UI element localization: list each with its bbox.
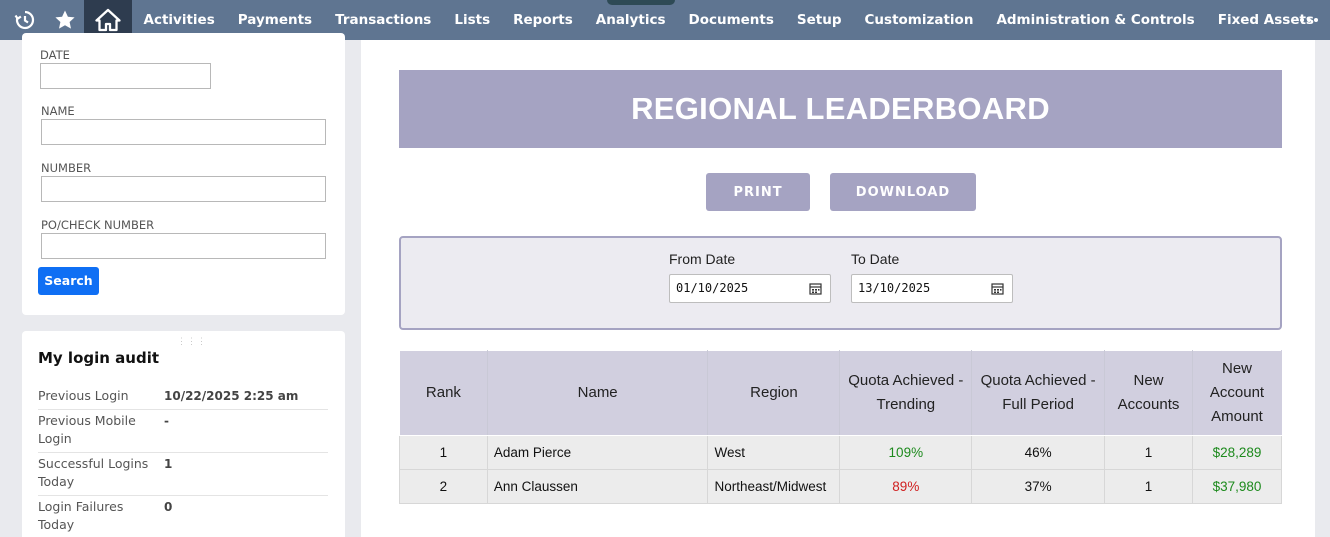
cell-new-account-amount: $37,980 [1191,469,1283,504]
nav-analytics[interactable]: Analytics [584,0,677,40]
cell-quota-trending: 89% [839,469,973,504]
audit-value: 0 [164,500,173,514]
from-date-label: From Date [669,251,736,267]
column-header-quota-trending[interactable]: Quota Achieved - Trending [839,350,973,436]
cell-region: West [707,435,841,470]
leaderboard-table: Rank Name Region Quota Achieved - Trendi… [399,350,1283,504]
table-row: 2 Ann Claussen Northeast/Midwest 89% 37%… [399,469,1283,504]
nav-setup[interactable]: Setup [785,0,853,40]
print-button[interactable]: PRINT [706,173,810,211]
login-audit-title: My login audit [38,349,160,367]
nav-administration-controls[interactable]: Administration & Controls [985,0,1206,40]
cell-new-accounts: 1 [1104,469,1193,504]
cell-new-account-amount: $28,289 [1191,435,1283,470]
number-field[interactable] [41,176,326,202]
date-filter-box: From Date 01/10/2025 To Date 13/10/2025 [399,236,1282,330]
login-audit-portlet: ⋮⋮⋮ My login audit Previous Login 10/22/… [22,331,345,537]
calendar-icon[interactable] [991,282,1004,295]
search-button[interactable]: Search [38,267,99,295]
cell-name: Ann Claussen [486,469,709,504]
audit-label: Successful Logins Today [38,456,149,489]
nav-reports[interactable]: Reports [502,0,585,40]
to-date-value: 13/10/2025 [858,281,931,295]
nav-lists[interactable]: Lists [443,0,502,40]
column-header-quota-full-period[interactable]: Quota Achieved - Full Period [971,350,1106,436]
column-header-region[interactable]: Region [707,350,841,436]
cell-quota-trending: 109% [839,435,973,470]
leaderboard-title: REGIONAL LEADERBOARD [399,70,1282,148]
calendar-icon[interactable] [809,282,822,295]
audit-value: 10/22/2025 2:25 am [164,389,299,403]
nav-active-tab-indicator [607,0,675,5]
table-header-row: Rank Name Region Quota Achieved - Trendi… [399,350,1283,436]
from-date-value: 01/10/2025 [676,281,749,295]
audit-value: - [164,414,169,428]
search-portlet: DATE NAME NUMBER PO/CHECK NUMBER Search [22,33,345,315]
leaderboard-panel: REGIONAL LEADERBOARD PRINT DOWNLOAD From… [361,40,1315,537]
download-button[interactable]: DOWNLOAD [830,173,976,211]
drag-handle-icon[interactable]: ⋮⋮⋮ [177,336,207,347]
table-row: 1 Adam Pierce West 109% 46% 1 $28,289 [399,435,1283,470]
audit-row-previous-mobile-login: Previous Mobile Login - [38,412,328,453]
audit-row-login-failures: Login Failures Today 0 [38,498,328,537]
more-menu-icon[interactable] [1300,0,1318,40]
cell-new-accounts: 1 [1104,435,1193,470]
name-label: NAME [41,104,75,118]
audit-row-successful-logins: Successful Logins Today 1 [38,455,328,496]
audit-value: 1 [164,457,173,471]
audit-row-previous-login: Previous Login 10/22/2025 2:25 am [38,387,328,410]
po-check-number-label: PO/CHECK NUMBER [41,218,155,232]
date-field[interactable] [40,63,211,89]
nav-documents[interactable]: Documents [677,0,785,40]
from-date-input[interactable]: 01/10/2025 [669,274,831,303]
po-check-number-field[interactable] [41,233,326,259]
date-label: DATE [40,48,70,62]
cell-quota-full-period: 46% [971,435,1106,470]
cell-quota-full-period: 37% [971,469,1106,504]
to-date-input[interactable]: 13/10/2025 [851,274,1013,303]
name-field[interactable] [41,119,326,145]
column-header-new-account-amount[interactable]: New Account Amount [1191,350,1283,436]
cell-rank: 1 [399,435,488,470]
audit-label: Login Failures Today [38,499,124,532]
number-label: NUMBER [41,161,92,175]
to-date-label: To Date [851,251,900,267]
column-header-rank[interactable]: Rank [399,350,488,436]
audit-label: Previous Login [38,388,129,403]
column-header-new-accounts[interactable]: New Accounts [1104,350,1193,436]
cell-name: Adam Pierce [486,435,709,470]
cell-rank: 2 [399,469,488,504]
column-header-name[interactable]: Name [486,350,709,436]
audit-label: Previous Mobile Login [38,413,136,446]
cell-region: Northeast/Midwest [707,469,841,504]
nav-customization[interactable]: Customization [853,0,985,40]
